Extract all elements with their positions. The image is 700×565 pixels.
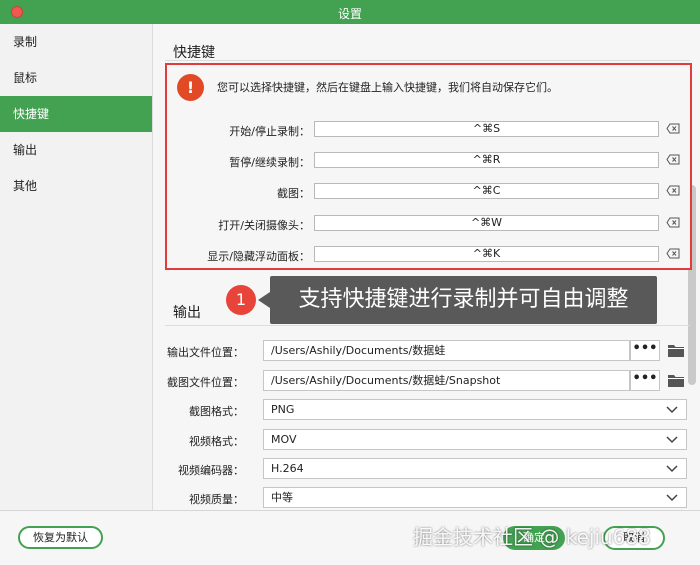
screenshot-format-select[interactable]: PNG: [263, 399, 687, 420]
clear-hotkey-icon[interactable]: [666, 185, 680, 196]
hotkeys-divider: [165, 60, 690, 61]
clear-hotkey-icon[interactable]: [666, 217, 680, 228]
hotkey-label: 截图：: [277, 187, 310, 200]
watermark: 掘金技术社区 @ kejiu688: [413, 525, 651, 549]
callout-text: 支持快捷键进行录制并可自由调整: [270, 276, 657, 324]
screenshot-format-label: 截图格式：: [189, 405, 244, 418]
video-format-row: 视频格式： MOV: [160, 429, 690, 451]
output-path-field[interactable]: /Users/Ashily/Documents/数据蛙: [263, 340, 630, 361]
window-titlebar: 设置: [0, 0, 700, 24]
hotkey-label: 打开/关闭摄像头：: [218, 219, 310, 232]
hotkey-input[interactable]: ^⌘C: [314, 183, 659, 199]
hotkey-input[interactable]: ^⌘W: [314, 215, 659, 231]
warning-icon: !: [177, 74, 204, 101]
video-quality-select[interactable]: 中等: [263, 487, 687, 508]
screenshot-format-value: PNG: [271, 403, 295, 416]
video-encoder-row: 视频编码器： H.264: [160, 458, 690, 480]
chevron-down-icon: [666, 436, 678, 444]
hotkey-label: 显示/隐藏浮动面板：: [207, 250, 310, 263]
hotkey-input[interactable]: ^⌘R: [314, 152, 659, 168]
chevron-down-icon: [666, 494, 678, 502]
window-title: 设置: [337, 7, 362, 21]
hotkeys-section-title: 快捷键: [173, 45, 215, 61]
screenshot-path-field[interactable]: /Users/Ashily/Documents/数据蛙/Snapshot: [263, 370, 630, 391]
clear-hotkey-icon[interactable]: [666, 154, 680, 165]
callout-number-badge: 1: [226, 285, 256, 315]
video-quality-value: 中等: [271, 491, 293, 504]
hotkey-row-pause-resume: 暂停/继续录制： ^⌘R: [167, 152, 690, 170]
screenshot-format-row: 截图格式： PNG: [160, 399, 690, 421]
hotkeys-hint: 您可以选择快捷键，然后在键盘上输入快捷键，我们将自动保存它们。: [217, 81, 558, 94]
browse-output-button[interactable]: •••: [630, 340, 660, 361]
settings-sidebar: 录制 鼠标 快捷键 输出 其他: [0, 24, 153, 510]
output-section-title: 输出: [173, 305, 201, 321]
folder-icon[interactable]: [667, 343, 685, 358]
output-divider: [165, 325, 690, 326]
video-format-value: MOV: [271, 433, 297, 446]
sidebar-item-output[interactable]: 输出: [0, 132, 152, 168]
sidebar-item-record[interactable]: 录制: [0, 24, 152, 60]
video-quality-row: 视频质量： 中等: [160, 487, 690, 509]
chevron-down-icon: [666, 406, 678, 414]
sidebar-item-mouse[interactable]: 鼠标: [0, 60, 152, 96]
screenshot-path-row: 截图文件位置： /Users/Ashily/Documents/数据蛙/Snap…: [160, 370, 690, 392]
browse-screenshot-button[interactable]: •••: [630, 370, 660, 391]
chevron-down-icon: [666, 465, 678, 473]
video-encoder-label: 视频编码器：: [178, 464, 244, 477]
hotkey-input[interactable]: ^⌘K: [314, 246, 659, 262]
hotkey-label: 暂停/继续录制：: [229, 156, 310, 169]
hotkey-row-camera: 打开/关闭摄像头： ^⌘W: [167, 215, 690, 233]
output-path-label: 输出文件位置：: [167, 346, 244, 359]
video-format-label: 视频格式：: [189, 435, 244, 448]
hotkey-input[interactable]: ^⌘S: [314, 121, 659, 137]
hotkey-row-start-stop: 开始/停止录制： ^⌘S: [167, 121, 690, 139]
sidebar-item-other[interactable]: 其他: [0, 168, 152, 204]
output-path-row: 输出文件位置： /Users/Ashily/Documents/数据蛙 •••: [160, 340, 690, 362]
folder-icon[interactable]: [667, 373, 685, 388]
video-quality-label: 视频质量：: [189, 493, 244, 506]
clear-hotkey-icon[interactable]: [666, 248, 680, 259]
reset-defaults-button[interactable]: 恢复为默认: [18, 526, 103, 549]
video-encoder-value: H.264: [271, 462, 304, 475]
video-format-select[interactable]: MOV: [263, 429, 687, 450]
sidebar-item-hotkeys[interactable]: 快捷键: [0, 96, 152, 132]
hotkey-row-screenshot: 截图： ^⌘C: [167, 183, 690, 201]
hotkey-label: 开始/停止录制：: [229, 125, 310, 138]
hotkey-row-float-panel: 显示/隐藏浮动面板： ^⌘K: [167, 246, 690, 264]
video-encoder-select[interactable]: H.264: [263, 458, 687, 479]
clear-hotkey-icon[interactable]: [666, 123, 680, 134]
hotkeys-panel: ! 您可以选择快捷键，然后在键盘上输入快捷键，我们将自动保存它们。 开始/停止录…: [165, 63, 692, 270]
screenshot-path-label: 截图文件位置：: [167, 376, 244, 389]
callout-arrow: [258, 292, 270, 308]
